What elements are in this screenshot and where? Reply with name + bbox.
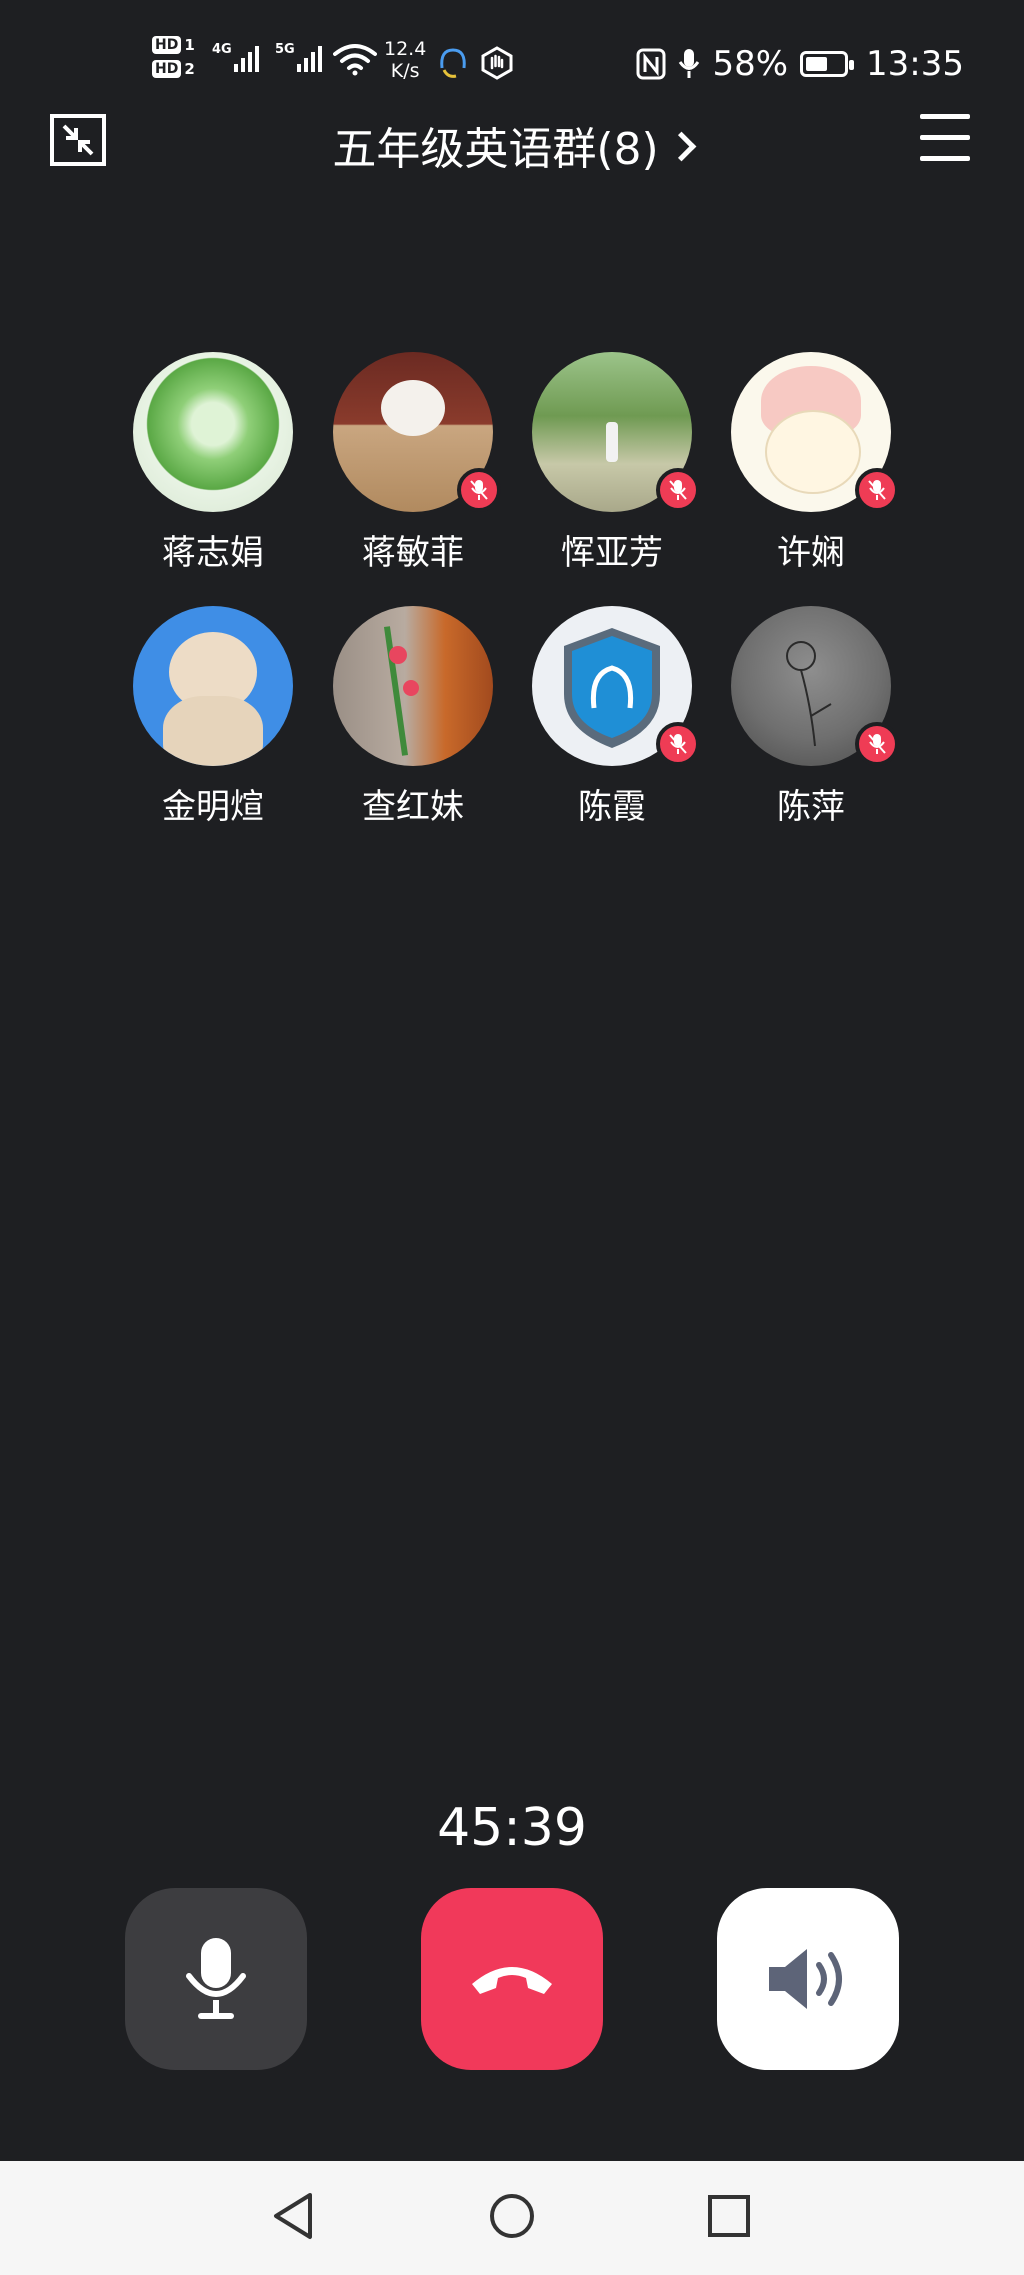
speed-value: 12.4	[384, 38, 427, 60]
gesture-hand-icon	[481, 46, 513, 80]
avatar	[133, 352, 293, 512]
network-type-5g: 5G	[275, 42, 295, 57]
home-icon[interactable]	[489, 2191, 535, 2241]
hd-badge-2: HD	[152, 60, 182, 78]
muted-badge	[855, 468, 899, 512]
participant-tile[interactable]: 蒋敏菲	[313, 352, 513, 576]
recent-apps-icon[interactable]	[706, 2191, 752, 2241]
status-bar: HD 1 HD 2 4G 5G 12.4 K/s 58% 13:35	[0, 0, 1024, 130]
wifi-icon	[333, 44, 377, 76]
participant-name: 恽亚芳	[561, 533, 663, 573]
participant-name: 查红妹	[362, 787, 464, 827]
participant-name: 蒋敏菲	[362, 533, 464, 573]
avatar	[731, 352, 899, 512]
phone-hangup-icon	[472, 1967, 552, 1994]
dual-sim-indicator: HD 1 HD 2	[152, 36, 195, 78]
group-title-button[interactable]: 五年级英语群(8)	[0, 118, 1024, 182]
hang-up-button[interactable]	[421, 1888, 603, 2070]
avatar	[133, 606, 293, 766]
signal-5g-icon: 5G	[275, 42, 322, 72]
system-status-right: 58% 13:35	[636, 44, 964, 84]
headset-icon	[440, 48, 466, 78]
menu-button[interactable]	[920, 114, 970, 162]
avatar	[333, 606, 493, 766]
mic-off-icon	[868, 480, 886, 500]
avatar	[333, 352, 501, 512]
hamburger-icon	[920, 114, 970, 119]
system-navigation-bar	[0, 2161, 1024, 2275]
hd-badge-1: HD	[152, 36, 182, 54]
participant-name: 陈霞	[578, 787, 646, 827]
muted-badge	[656, 722, 700, 766]
speed-unit: K/s	[390, 60, 420, 82]
mic-off-icon	[470, 480, 488, 500]
muted-badge	[457, 468, 501, 512]
participant-tile[interactable]: 许娴	[711, 352, 911, 576]
participant-tile[interactable]: 蒋志娟	[113, 352, 313, 576]
participant-tile[interactable]: 恽亚芳	[512, 352, 712, 576]
muted-badge	[656, 468, 700, 512]
mic-off-icon	[669, 480, 687, 500]
avatar	[532, 606, 700, 766]
microphone-status-icon	[679, 49, 700, 78]
nfc-icon	[636, 48, 666, 80]
speaker-icon	[769, 1949, 842, 2009]
microphone-icon	[186, 1938, 246, 2019]
battery-icon	[800, 51, 855, 77]
network-type-4g: 4G	[212, 42, 232, 57]
network-speed: 12.4 K/s	[384, 38, 426, 82]
participant-name: 金明煊	[162, 787, 264, 827]
sim-1-label: 1	[184, 36, 195, 54]
chevron-right-icon	[666, 131, 697, 161]
avatar	[731, 606, 899, 766]
muted-badge	[855, 722, 899, 766]
avatar	[532, 352, 700, 512]
participant-name: 陈萍	[777, 787, 845, 827]
mic-off-icon	[868, 734, 886, 754]
mic-off-icon	[669, 734, 687, 754]
participant-tile[interactable]: 查红妹	[313, 606, 513, 830]
back-icon[interactable]	[270, 2191, 316, 2241]
signal-4g-icon: 4G	[212, 42, 259, 72]
group-title: 五年级英语群(8)	[332, 124, 659, 175]
participant-tile[interactable]: 金明煊	[113, 606, 313, 830]
battery-percentage: 58%	[712, 44, 789, 84]
speaker-button[interactable]	[717, 1888, 899, 2070]
participant-tile[interactable]: 陈霞	[512, 606, 712, 830]
sim-2-label: 2	[184, 60, 195, 78]
participant-tile[interactable]: 陈萍	[711, 606, 911, 830]
participant-name: 许娴	[777, 533, 845, 573]
participant-name: 蒋志娟	[162, 533, 264, 573]
mute-microphone-button[interactable]	[125, 1888, 307, 2070]
call-duration: 45:39	[437, 1798, 587, 1858]
clock: 13:35	[866, 44, 964, 84]
